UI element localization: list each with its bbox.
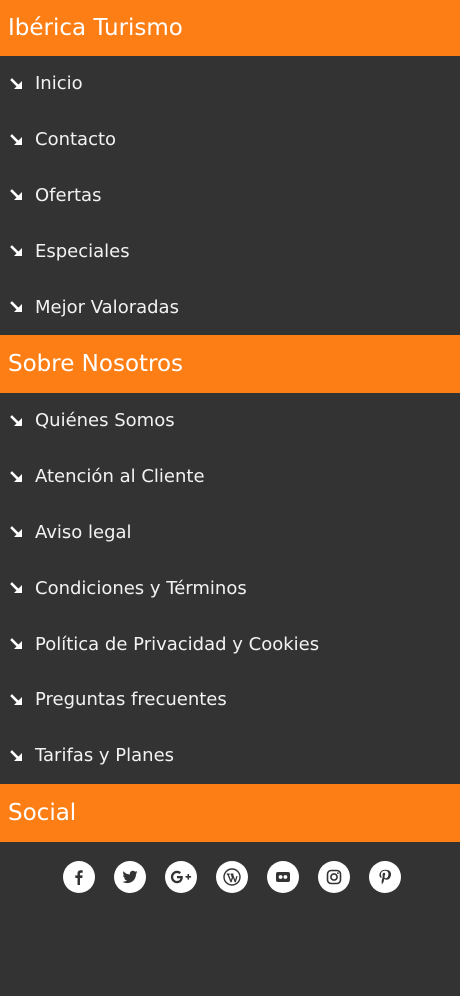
menu-item-label: Política de Privacidad y Cookies bbox=[35, 633, 320, 655]
arrow-down-right-icon bbox=[10, 415, 22, 426]
menu-item-label: Ofertas bbox=[35, 184, 102, 206]
arrow-down-right-icon bbox=[10, 301, 22, 313]
menu-item-tarifas-y-planes[interactable]: Tarifas y Planes bbox=[0, 728, 460, 784]
wordpress-icon[interactable] bbox=[216, 860, 248, 893]
section-header-social: Social bbox=[0, 783, 460, 842]
flickr-icon[interactable] bbox=[267, 860, 299, 893]
menu-item-label: Aviso legal bbox=[35, 521, 132, 543]
arrow-down-right-icon bbox=[10, 470, 22, 482]
instagram-icon[interactable] bbox=[318, 860, 350, 893]
menu-item-label: Tarifas y Planes bbox=[35, 745, 175, 767]
arrow-down-right-icon bbox=[10, 582, 22, 594]
arrow-down-right-icon bbox=[10, 638, 22, 650]
arrow-down-right-icon bbox=[10, 749, 22, 761]
facebook-icon[interactable] bbox=[63, 860, 95, 893]
menu-item-label: Quiénes Somos bbox=[35, 410, 175, 432]
arrow-down-right-icon bbox=[10, 78, 22, 89]
pinterest-icon[interactable] bbox=[369, 860, 401, 893]
menu-item-preguntas-frecuentes[interactable]: Preguntas frecuentes bbox=[0, 672, 460, 728]
menu-item-condiciones-y-terminos[interactable]: Condiciones y Términos bbox=[0, 560, 460, 616]
menu-item-label: Mejor Valoradas bbox=[35, 296, 179, 318]
menu-item-label: Inicio bbox=[35, 73, 83, 95]
menu-list-iberica-turismo: Inicio Contacto Ofertas Especiales Mejor… bbox=[0, 56, 460, 335]
social-icons-bar bbox=[0, 842, 460, 893]
menu-item-atencion-al-cliente[interactable]: Atención al Cliente bbox=[0, 449, 460, 505]
menu-item-especiales[interactable]: Especiales bbox=[0, 223, 460, 279]
menu-item-aviso-legal[interactable]: Aviso legal bbox=[0, 505, 460, 561]
menu-item-label: Especiales bbox=[35, 240, 130, 262]
arrow-down-right-icon bbox=[10, 245, 22, 257]
menu-item-quienes-somos[interactable]: Quiénes Somos bbox=[0, 393, 460, 449]
arrow-down-right-icon bbox=[10, 526, 22, 538]
menu-item-politica-de-privacidad[interactable]: Política de Privacidad y Cookies bbox=[0, 616, 460, 672]
twitter-icon[interactable] bbox=[114, 860, 146, 893]
menu-item-label: Condiciones y Términos bbox=[35, 577, 247, 599]
footer-menu-page: Ibérica Turismo Inicio Contacto Ofertas … bbox=[0, 0, 460, 996]
menu-item-contacto[interactable]: Contacto bbox=[0, 112, 460, 168]
arrow-down-right-icon bbox=[10, 189, 22, 201]
section-header-sobre-nosotros: Sobre Nosotros bbox=[0, 334, 460, 393]
google-plus-icon[interactable] bbox=[165, 860, 197, 893]
arrow-down-right-icon bbox=[10, 694, 22, 705]
menu-item-ofertas[interactable]: Ofertas bbox=[0, 168, 460, 224]
menu-item-inicio[interactable]: Inicio bbox=[0, 56, 460, 112]
menu-item-label: Contacto bbox=[35, 129, 117, 151]
section-header-iberica-turismo: Ibérica Turismo bbox=[0, 0, 460, 56]
menu-item-label: Atención al Cliente bbox=[35, 466, 205, 488]
arrow-down-right-icon bbox=[10, 133, 22, 145]
menu-item-label: Preguntas frecuentes bbox=[35, 689, 227, 711]
menu-list-sobre-nosotros: Quiénes Somos Atención al Cliente Aviso … bbox=[0, 393, 460, 784]
menu-item-mejor-valoradas[interactable]: Mejor Valoradas bbox=[0, 279, 460, 335]
